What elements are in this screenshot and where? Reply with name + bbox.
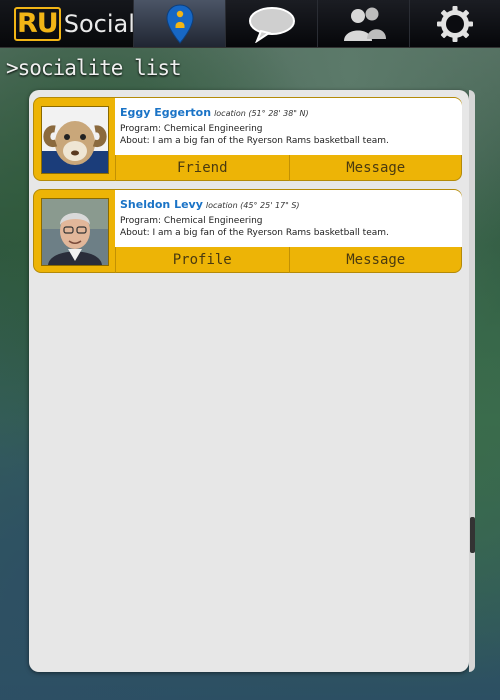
friend-button[interactable]: Friend — [115, 155, 289, 181]
profile-program: Program: Chemical Engineering — [120, 216, 263, 226]
tab-people[interactable] — [317, 0, 409, 47]
ram-mascot-avatar — [42, 107, 108, 173]
profile-location: location (51° 28' 38" N) — [214, 109, 309, 118]
profile-program: Program: Chemical Engineering — [120, 124, 263, 134]
list-item[interactable]: Eggy Eggerton location (51° 28' 38" N) Pr… — [33, 97, 462, 181]
message-button[interactable]: Message — [288, 247, 463, 273]
page-title: >socialite list — [6, 56, 182, 80]
card-actions: Profile Message — [115, 247, 462, 273]
location-pin-icon — [165, 3, 194, 44]
profile-about: About: I am a big fan of the Ryerson Ram… — [120, 228, 389, 238]
scrollbar-track[interactable] — [469, 90, 475, 672]
profile-location: location (45° 25' 17" S) — [205, 201, 300, 210]
message-button[interactable]: Message — [288, 155, 463, 181]
tab-messages[interactable] — [225, 0, 317, 47]
profile-name[interactable]: Sheldon Levy — [120, 198, 203, 211]
gear-icon — [437, 5, 473, 42]
profile-info: Sheldon Levy location (45° 25' 17" S) Pro… — [115, 190, 462, 247]
tab-settings[interactable] — [409, 0, 500, 47]
avatar[interactable] — [41, 106, 109, 174]
profile-info: Eggy Eggerton location (51° 28' 38" N) Pr… — [115, 98, 462, 155]
profile-name[interactable]: Eggy Eggerton — [120, 106, 211, 119]
list-item[interactable]: Sheldon Levy location (45° 25' 17" S) Pro… — [33, 189, 462, 273]
top-nav-bar: RU Social — [0, 0, 500, 48]
logo-social: Social — [63, 9, 135, 38]
people-icon — [343, 7, 386, 41]
person-photo-avatar — [42, 199, 108, 265]
profile-button[interactable]: Profile — [115, 247, 289, 273]
tab-nearby[interactable] — [133, 0, 225, 47]
card-actions: Friend Message — [115, 155, 462, 181]
avatar[interactable] — [41, 198, 109, 266]
logo-ru: RU — [14, 6, 61, 41]
app-logo[interactable]: RU Social — [0, 0, 135, 47]
profile-about: About: I am a big fan of the Ryerson Ram… — [120, 136, 389, 146]
chat-bubble-icon — [248, 6, 295, 43]
scrollbar-thumb[interactable] — [470, 517, 475, 553]
